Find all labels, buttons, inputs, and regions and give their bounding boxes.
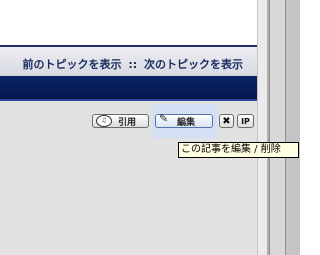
right-frame-column bbox=[257, 0, 267, 255]
ip-label: IP bbox=[241, 116, 250, 126]
delete-button[interactable]: ✖ bbox=[219, 114, 234, 128]
post-header-bar bbox=[0, 76, 257, 99]
scrollbar-track[interactable] bbox=[269, 0, 286, 255]
topic-nav: 前のトピックを表示 :: 次のトピックを表示 bbox=[23, 56, 244, 72]
quote-button[interactable]: ♫ 引用 bbox=[92, 114, 149, 128]
right-frame-edge bbox=[286, 0, 300, 255]
speech-bubble-icon: ♫ bbox=[96, 115, 112, 127]
prev-topic-link[interactable]: 前のトピックを表示 bbox=[23, 58, 122, 71]
edit-tooltip: この記事を編集 / 削除 bbox=[178, 142, 299, 158]
topic-nav-bar: 前のトピックを表示 :: 次のトピックを表示 bbox=[0, 47, 257, 75]
pencil-icon: ✎ bbox=[159, 111, 169, 125]
quote-label: 引用 bbox=[118, 117, 137, 128]
close-icon: ✖ bbox=[222, 115, 231, 127]
ip-button[interactable]: IP bbox=[237, 114, 254, 128]
edit-label: 編集 bbox=[177, 117, 196, 128]
next-topic-link[interactable]: 次のトピックを表示 bbox=[144, 58, 243, 71]
edit-button[interactable]: ✎ 編集 bbox=[155, 111, 213, 128]
nav-separator: :: bbox=[128, 58, 138, 71]
